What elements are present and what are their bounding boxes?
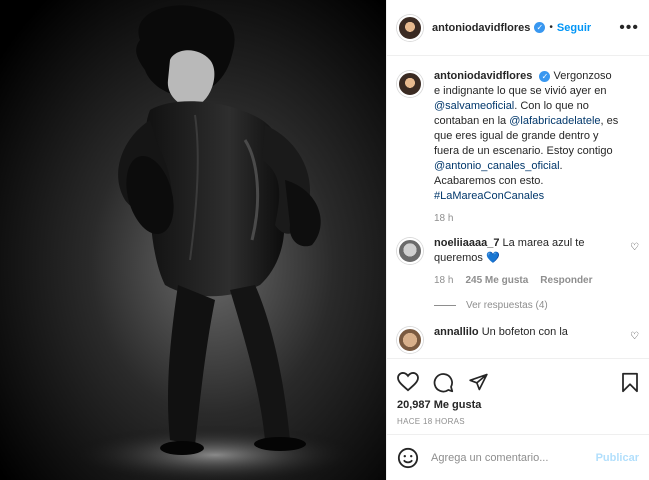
share-icon[interactable]	[468, 372, 489, 392]
caption-author-avatar[interactable]	[397, 71, 423, 97]
comment-time[interactable]: 18 h	[434, 275, 453, 286]
replies-divider	[434, 305, 456, 306]
action-icons	[397, 371, 639, 393]
post-header: antoniodavidflores ✓ • Seguir •••	[387, 0, 649, 56]
comment-composer: Publicar	[387, 434, 649, 480]
post-actions: 20,987 Me gusta HACE 18 HORAS	[387, 358, 649, 426]
comment-text: annallilo Un bofeton con la	[434, 325, 619, 340]
view-replies-button[interactable]: Ver respuestas (4)	[434, 300, 639, 311]
mention-link[interactable]: @antonio_canales_oficial	[434, 160, 560, 172]
blue-heart-emoji: 💙	[485, 252, 500, 264]
comment-meta: 18 h 245 Me gusta Responder	[434, 275, 639, 286]
comment-likes[interactable]: 245 Me gusta	[465, 275, 528, 286]
comment-item: annallilo Un bofeton con la ♡	[397, 325, 639, 353]
reply-button[interactable]: Responder	[540, 275, 592, 286]
hashtag-link[interactable]: #LaMareaConCanales	[434, 190, 544, 202]
author-avatar[interactable]	[397, 14, 423, 41]
comment-text: noeliiaaaa_7 La marea azul te queremos 💙	[434, 236, 619, 266]
caption: antoniodavidflores ✓ Vergonzoso e indign…	[397, 69, 639, 204]
caption-text: antoniodavidflores ✓ Vergonzoso e indign…	[434, 69, 619, 204]
emoji-icon[interactable]	[397, 447, 419, 469]
comment-body: Un bofeton con la	[481, 326, 568, 338]
like-comment-icon[interactable]: ♡	[630, 331, 639, 342]
dancer-photo-illustration	[0, 0, 386, 480]
caption-meta: 18 h	[434, 213, 639, 224]
verified-badge-icon: ✓	[539, 71, 551, 82]
post-timestamp[interactable]: HACE 18 HORAS	[397, 417, 639, 426]
author-username[interactable]: antoniodavidflores	[432, 22, 530, 34]
likes-count[interactable]: 20,987 Me gusta	[397, 399, 639, 411]
comments-list[interactable]: antoniodavidflores ✓ Vergonzoso e indign…	[387, 57, 649, 357]
verified-badge-icon: ✓	[534, 22, 546, 33]
caption-time[interactable]: 18 h	[434, 213, 453, 224]
commenter-avatar[interactable]	[397, 238, 423, 264]
commenter-username[interactable]: annallilo	[434, 326, 479, 338]
comment-item: noeliiaaaa_7 La marea azul te queremos 💙…	[397, 236, 639, 266]
like-comment-icon[interactable]: ♡	[630, 242, 639, 253]
post-side-panel: antoniodavidflores ✓ • Seguir ••• antoni…	[386, 0, 649, 480]
heart-icon[interactable]	[397, 372, 419, 392]
caption-username[interactable]: antoniodavidflores	[434, 70, 532, 82]
follow-button[interactable]: Seguir	[557, 22, 591, 34]
commenter-avatar[interactable]	[397, 327, 423, 353]
post-comment-button[interactable]: Publicar	[596, 452, 639, 464]
mention-link[interactable]: @salvameoficial	[434, 100, 514, 112]
more-options-icon[interactable]: •••	[619, 19, 639, 37]
commenter-username[interactable]: noeliiaaaa_7	[434, 237, 499, 249]
separator-dot: •	[549, 22, 553, 33]
bookmark-icon[interactable]	[621, 372, 639, 393]
instagram-post-view: antoniodavidflores ✓ • Seguir ••• antoni…	[0, 0, 649, 480]
view-replies-label: Ver respuestas (4)	[466, 300, 548, 311]
mention-link[interactable]: @lafabricadelatele	[509, 115, 600, 127]
comment-icon[interactable]	[433, 372, 454, 393]
post-photo[interactable]	[0, 0, 386, 480]
comment-input[interactable]	[431, 451, 591, 464]
